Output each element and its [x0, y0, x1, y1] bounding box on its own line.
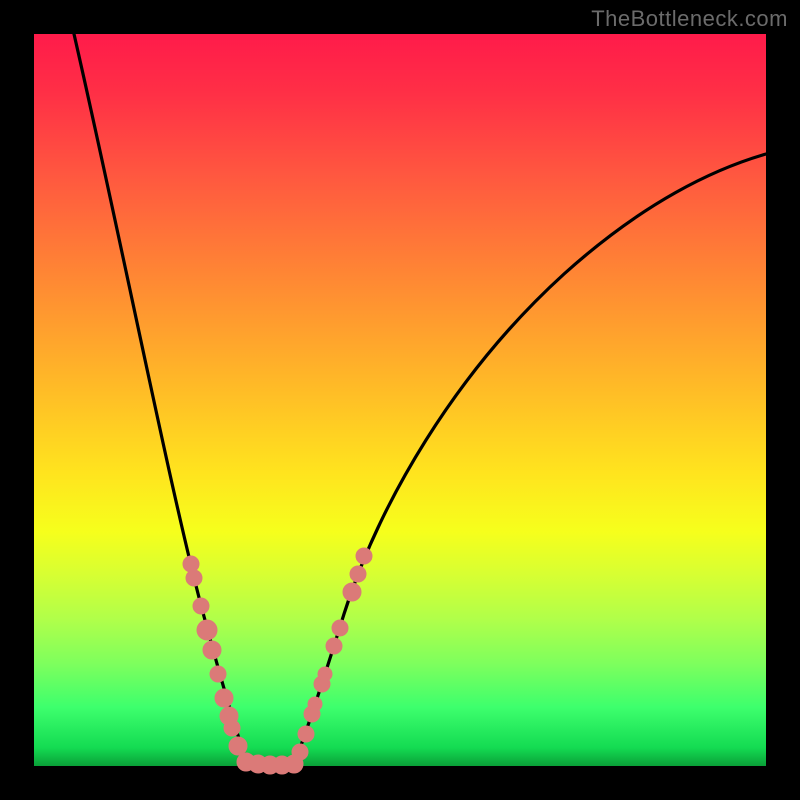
data-dot: [332, 620, 348, 636]
chart-overlay: [34, 34, 766, 766]
curve-right-branch: [294, 154, 766, 764]
data-dot: [215, 689, 233, 707]
data-dot: [183, 556, 199, 572]
data-dot: [298, 726, 314, 742]
chart-frame: TheBottleneck.com: [0, 0, 800, 800]
data-dot: [203, 641, 221, 659]
data-dot: [224, 720, 240, 736]
data-dot: [318, 667, 332, 681]
curve-left-branch: [74, 34, 248, 764]
watermark-text: TheBottleneck.com: [591, 6, 788, 32]
data-dot: [350, 566, 366, 582]
data-dot: [210, 666, 226, 682]
data-dot: [356, 548, 372, 564]
data-dot: [193, 598, 209, 614]
data-dot: [197, 620, 217, 640]
data-dot: [292, 744, 308, 760]
data-dot: [229, 737, 247, 755]
data-dot: [326, 638, 342, 654]
plot-area: [34, 34, 766, 766]
data-dot: [343, 583, 361, 601]
data-dot: [186, 570, 202, 586]
data-dot: [308, 697, 322, 711]
